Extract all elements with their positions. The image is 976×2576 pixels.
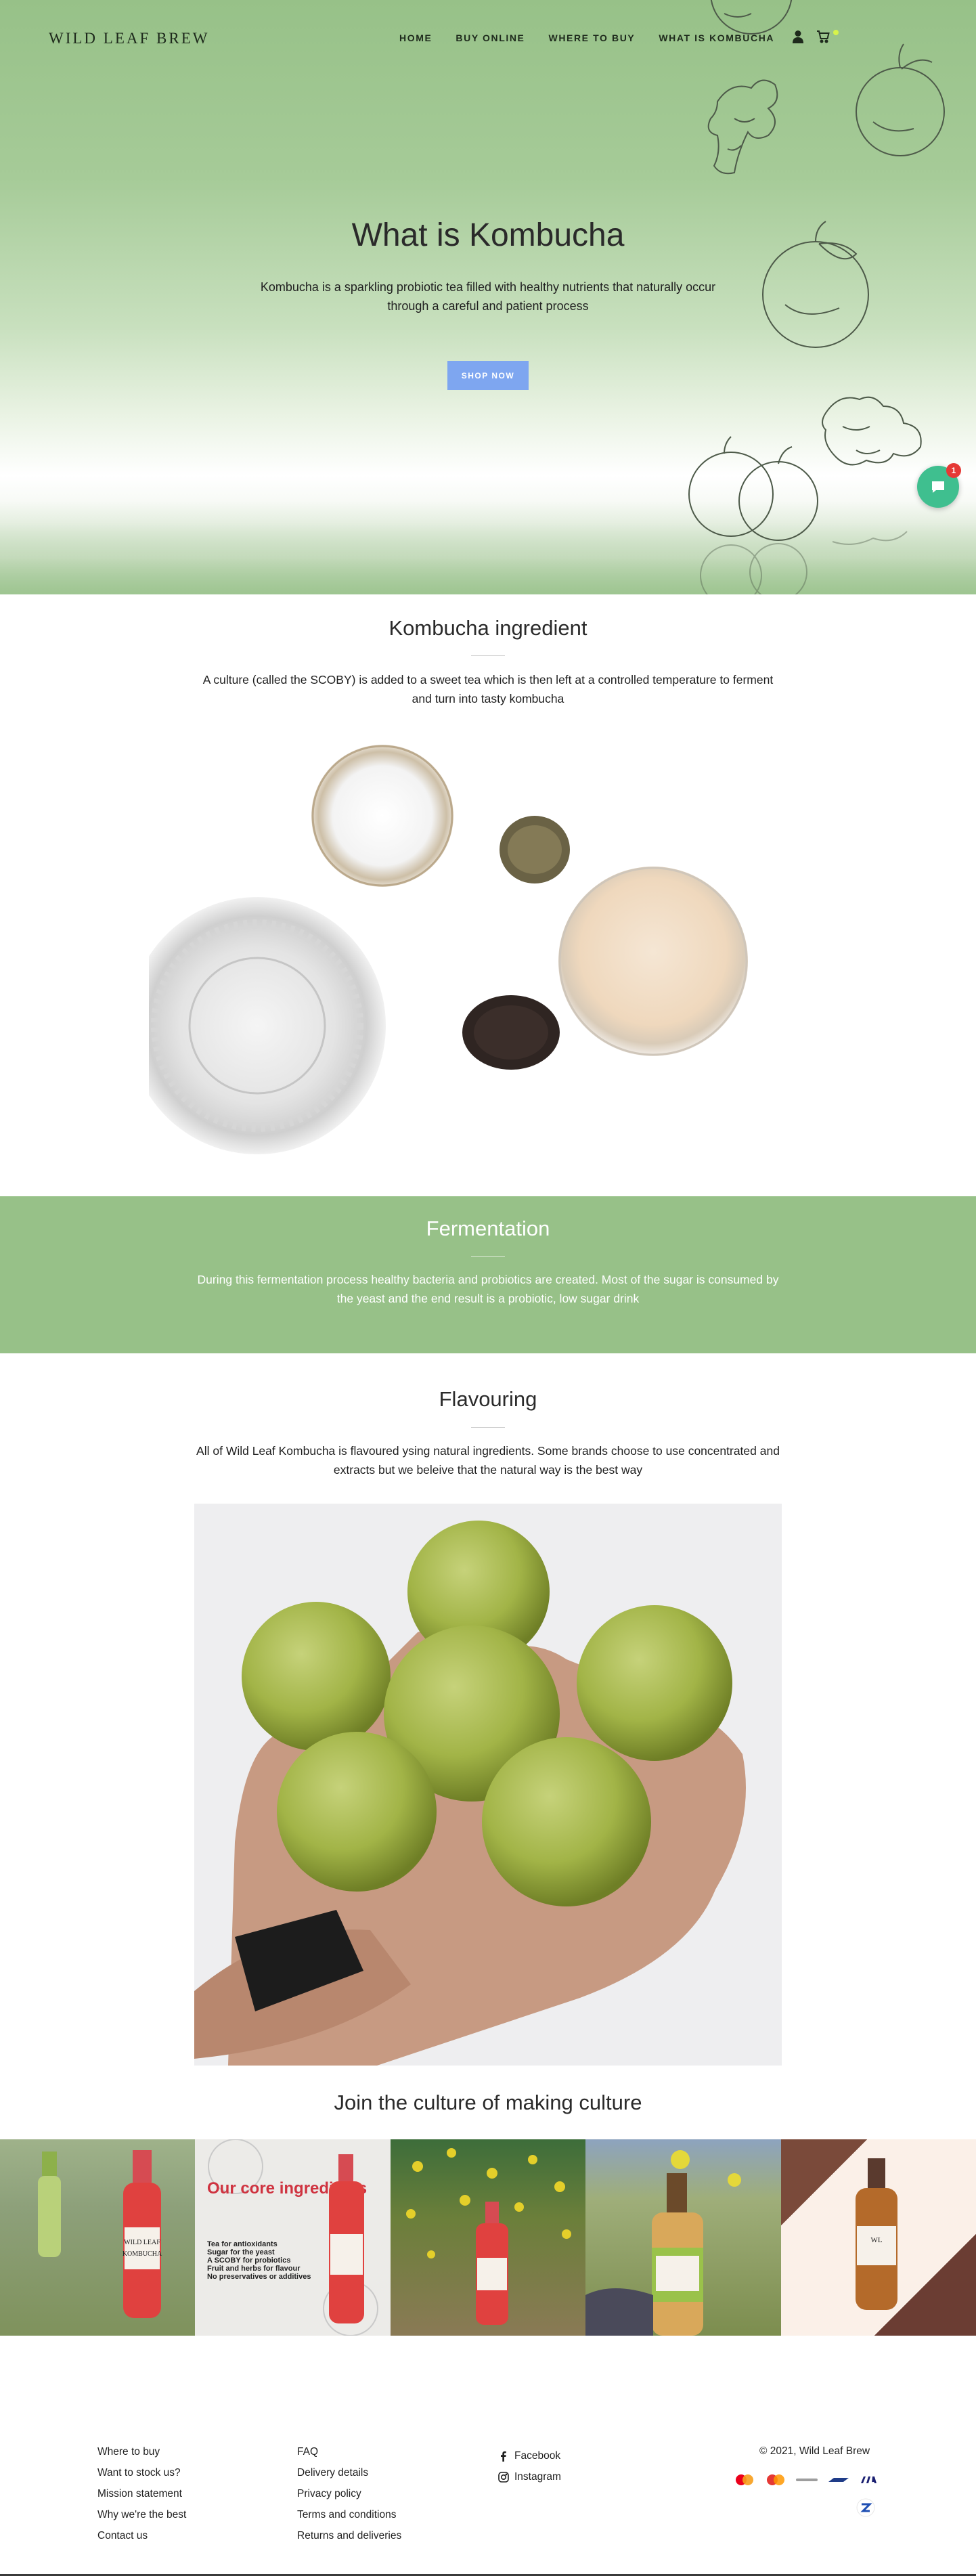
- ingredient-text: A culture (called the SCOBY) is added to…: [202, 673, 774, 705]
- chat-icon: [932, 481, 944, 493]
- fermentation-title: Fermentation: [426, 1217, 550, 1240]
- footer-link-contact[interactable]: Contact us: [97, 2529, 186, 2550]
- main-nav: HOME BUY ONLINE WHERE TO BUY WHAT IS KOM…: [399, 32, 791, 43]
- footer-links-col1: Where to buy Want to stock us? Mission s…: [97, 2445, 186, 2550]
- core-item-2: Sugar for the yeast: [207, 2248, 275, 2256]
- footer-link-delivery[interactable]: Delivery details: [297, 2466, 401, 2487]
- site-logo[interactable]: WILD LEAF BREW: [49, 30, 209, 47]
- core-item-5: No preservatives or additives: [207, 2273, 311, 2281]
- footer-link-returns[interactable]: Returns and deliveries: [297, 2529, 401, 2550]
- hero-title: What is Kombucha: [351, 217, 625, 253]
- fermentation-text: During this fermentation process healthy…: [197, 1273, 779, 1305]
- facebook-label: Facebook: [514, 2449, 561, 2462]
- ingredient-title: Kombucha ingredient: [389, 616, 587, 640]
- instagram-gallery: WILD LEAF KOMBUCHA Our core ingredients …: [0, 2139, 976, 2336]
- core-item-3: A SCOBY for probiotics: [207, 2256, 290, 2265]
- gallery-tile-core-ingredients[interactable]: Our core ingredients Tea for antioxidant…: [195, 2139, 391, 2336]
- hero-banner: WILD LEAF BREW HOME BUY ONLINE WHERE TO …: [0, 0, 976, 594]
- flavouring-text: All of Wild Leaf Kombucha is flavoured y…: [196, 1444, 780, 1477]
- flavouring-title: Flavouring: [439, 1387, 537, 1411]
- core-item-1: Tea for antioxidants: [207, 2240, 278, 2248]
- cart-icon[interactable]: [816, 30, 830, 43]
- footer-link-why-best[interactable]: Why we're the best: [97, 2508, 186, 2529]
- gallery-tile-bottle-diagonal[interactable]: WL: [780, 2139, 976, 2336]
- copyright: © 2021, Wild Leaf Brew: [759, 2445, 870, 2457]
- header-icons: [792, 30, 830, 43]
- footer-link-facebook[interactable]: Facebook: [498, 2445, 561, 2466]
- footer-link-instagram[interactable]: Instagram: [498, 2466, 561, 2487]
- footer-link-faq[interactable]: FAQ: [297, 2445, 401, 2466]
- bottle-label-brand: WILD LEAF: [124, 2239, 160, 2246]
- gallery-tile-bottles-grass[interactable]: WILD LEAF KOMBUCHA: [0, 2139, 196, 2336]
- fermentation-divider: [471, 1256, 505, 1257]
- cart-count-dot: [833, 30, 839, 35]
- account-icon[interactable]: [792, 30, 804, 43]
- ingredients-photo: [149, 745, 748, 1154]
- hero-subtitle: Kombucha is a sparkling probiotic tea fi…: [260, 280, 716, 313]
- payment-methods: [732, 2472, 881, 2487]
- chat-unread-badge: 1: [946, 463, 961, 478]
- fermentation-section: Fermentation During this fermentation pr…: [0, 1196, 976, 1353]
- ingredient-divider: [471, 655, 505, 656]
- instagram-label: Instagram: [514, 2470, 561, 2483]
- flavouring-divider: [471, 1427, 505, 1428]
- gallery-title: Join the culture of making culture: [334, 2091, 642, 2114]
- footer-link-where-to-buy[interactable]: Where to buy: [97, 2445, 186, 2466]
- core-item-4: Fruit and herbs for flavour: [207, 2265, 301, 2273]
- apples-photo: [194, 1504, 782, 2066]
- gallery-tile-flowers-bottle[interactable]: [390, 2139, 586, 2336]
- visa-icon: [857, 2472, 881, 2487]
- facebook-icon: [501, 2451, 506, 2462]
- mastercard-icon: [732, 2472, 757, 2487]
- nav-home[interactable]: HOME: [399, 32, 432, 43]
- bottle-label-name: KOMBUCHA: [123, 2250, 162, 2258]
- masterpass-icon: [795, 2472, 819, 2487]
- footer-social: Facebook Instagram: [498, 2445, 561, 2487]
- instagram-icon: [498, 2471, 509, 2483]
- site-header: WILD LEAF BREW HOME BUY ONLINE WHERE TO …: [0, 0, 976, 80]
- footer-link-privacy[interactable]: Privacy policy: [297, 2487, 401, 2508]
- gallery-tile-hand-bottle[interactable]: [585, 2139, 781, 2336]
- zapper-icon: [856, 2498, 875, 2517]
- eft-icon: [826, 2472, 850, 2487]
- footer-link-mission[interactable]: Mission statement: [97, 2487, 186, 2508]
- footer-links-col2: FAQ Delivery details Privacy policy Term…: [297, 2445, 401, 2550]
- bottle-mark: WL: [870, 2236, 882, 2244]
- nav-what-is-kombucha[interactable]: WHAT IS KOMBUCHA: [659, 32, 774, 43]
- footer-link-stock-us[interactable]: Want to stock us?: [97, 2466, 186, 2487]
- maestro-icon: [763, 2472, 788, 2487]
- shop-now-button[interactable]: SHOP NOW: [447, 361, 529, 390]
- footer-link-terms[interactable]: Terms and conditions: [297, 2508, 401, 2529]
- nav-where-to-buy[interactable]: WHERE TO BUY: [549, 32, 636, 43]
- nav-buy-online[interactable]: BUY ONLINE: [456, 32, 525, 43]
